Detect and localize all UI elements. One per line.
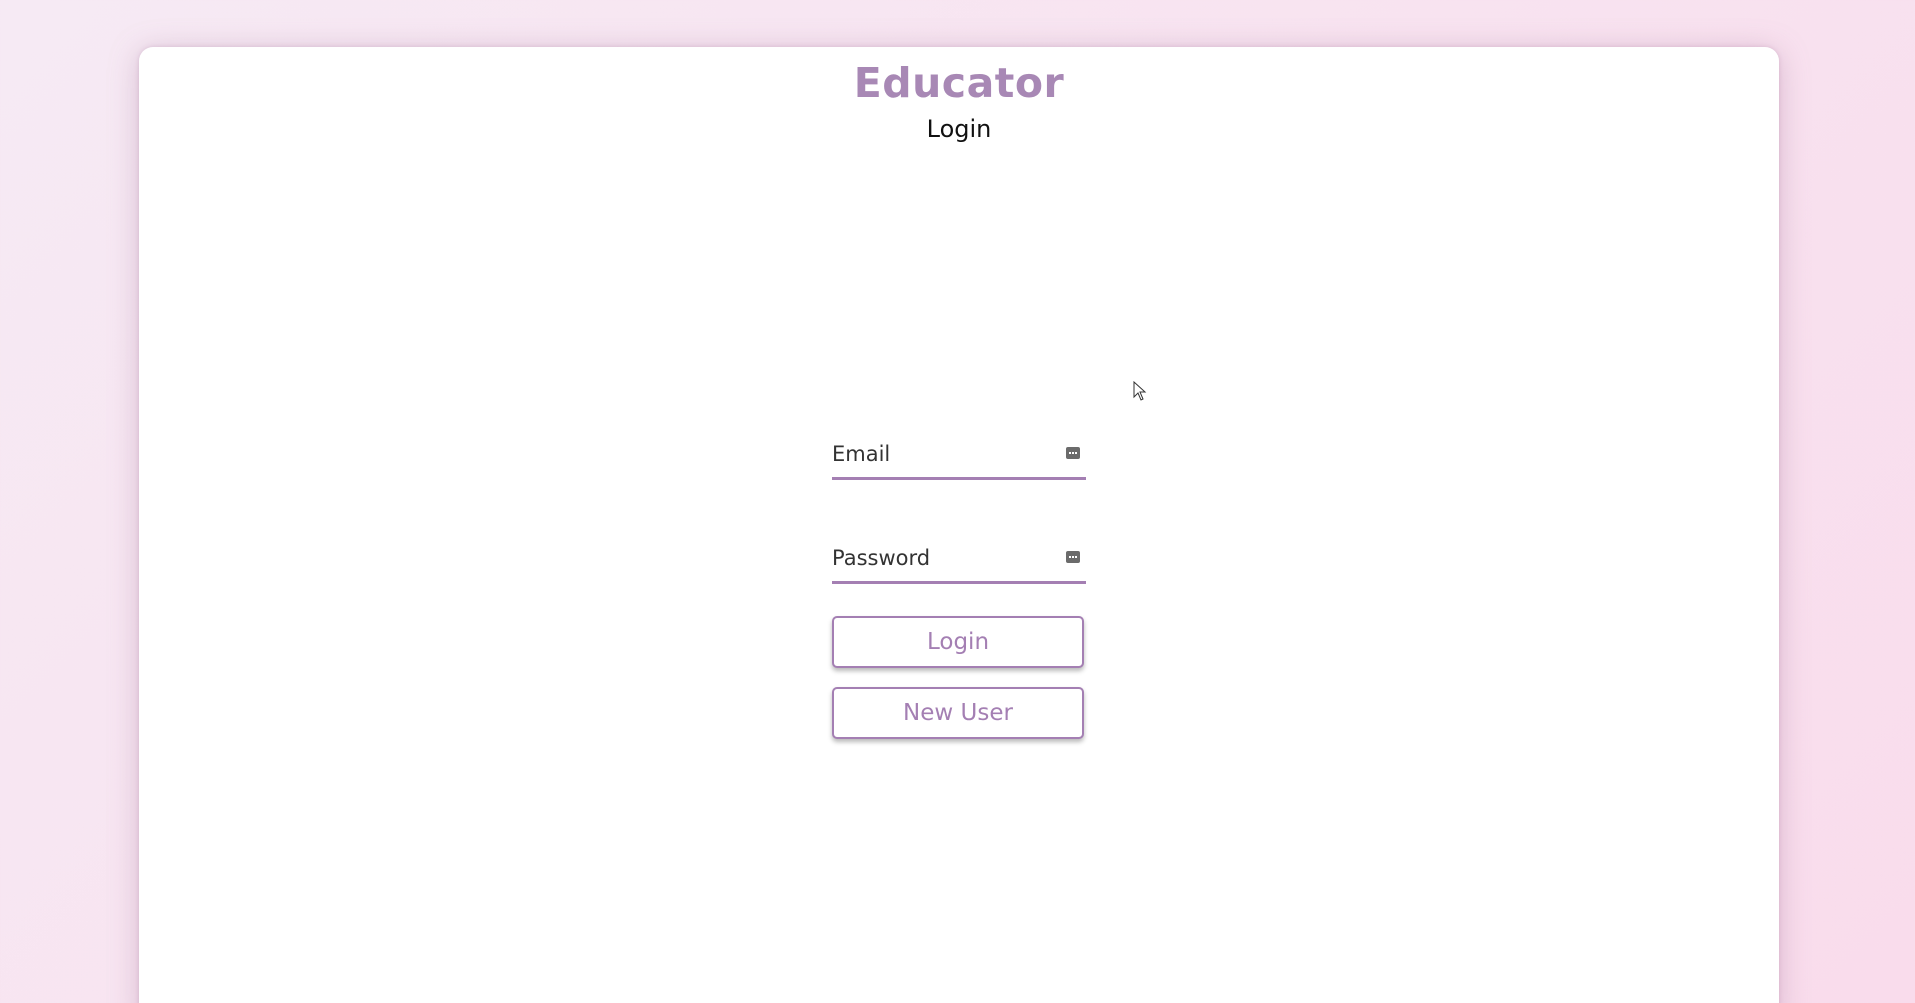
password-input[interactable]: [832, 537, 1052, 579]
password-manager-icon[interactable]: [1066, 447, 1080, 459]
email-input[interactable]: [832, 433, 1052, 475]
page-title: Login: [926, 115, 992, 143]
password-field[interactable]: [832, 537, 1086, 584]
new-user-button[interactable]: New User: [832, 687, 1084, 739]
password-manager-icon[interactable]: [1066, 551, 1080, 563]
mouse-cursor-icon: [1133, 381, 1147, 401]
login-button[interactable]: Login: [832, 616, 1084, 668]
login-card: Educator Login Login New User: [139, 47, 1779, 1003]
app-title: Educator: [853, 59, 1065, 107]
email-field[interactable]: [832, 433, 1086, 480]
